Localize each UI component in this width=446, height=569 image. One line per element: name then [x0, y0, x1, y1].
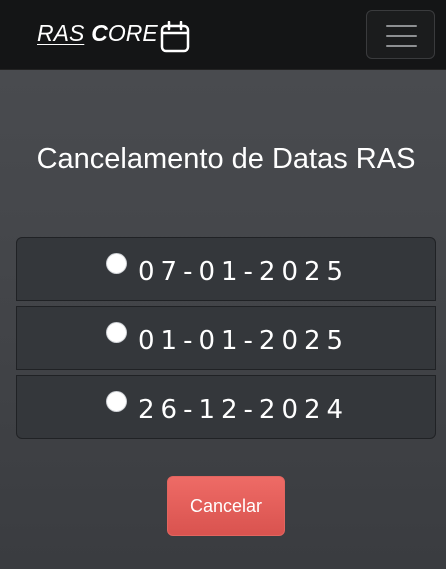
page-title: Cancelamento de Datas RAS [36, 143, 416, 175]
date-option[interactable]: 26-12-2024 [16, 375, 436, 439]
menu-toggle-button[interactable] [366, 10, 435, 59]
cancel-button[interactable]: Cancelar [167, 476, 285, 536]
calendar-icon [160, 21, 190, 53]
radio-button[interactable] [107, 392, 126, 411]
date-option[interactable]: 07-01-2025 [16, 237, 436, 301]
date-label: 07-01-2025 [138, 257, 350, 287]
radio-button[interactable] [107, 254, 126, 273]
dates-radio-list: 07-01-2025 01-01-2025 26-12-2024 [16, 237, 436, 439]
date-option[interactable]: 01-01-2025 [16, 306, 436, 370]
date-label: 26-12-2024 [138, 395, 350, 425]
brand-logo[interactable]: RAS C ORE [37, 20, 158, 47]
brand-core-initial: C [91, 20, 108, 46]
brand-ras-text: RAS [37, 20, 85, 46]
date-label: 01-01-2025 [138, 326, 350, 356]
radio-button[interactable] [107, 323, 126, 342]
brand-core-text: ORE [107, 20, 158, 46]
navbar: RAS C ORE [0, 0, 446, 70]
